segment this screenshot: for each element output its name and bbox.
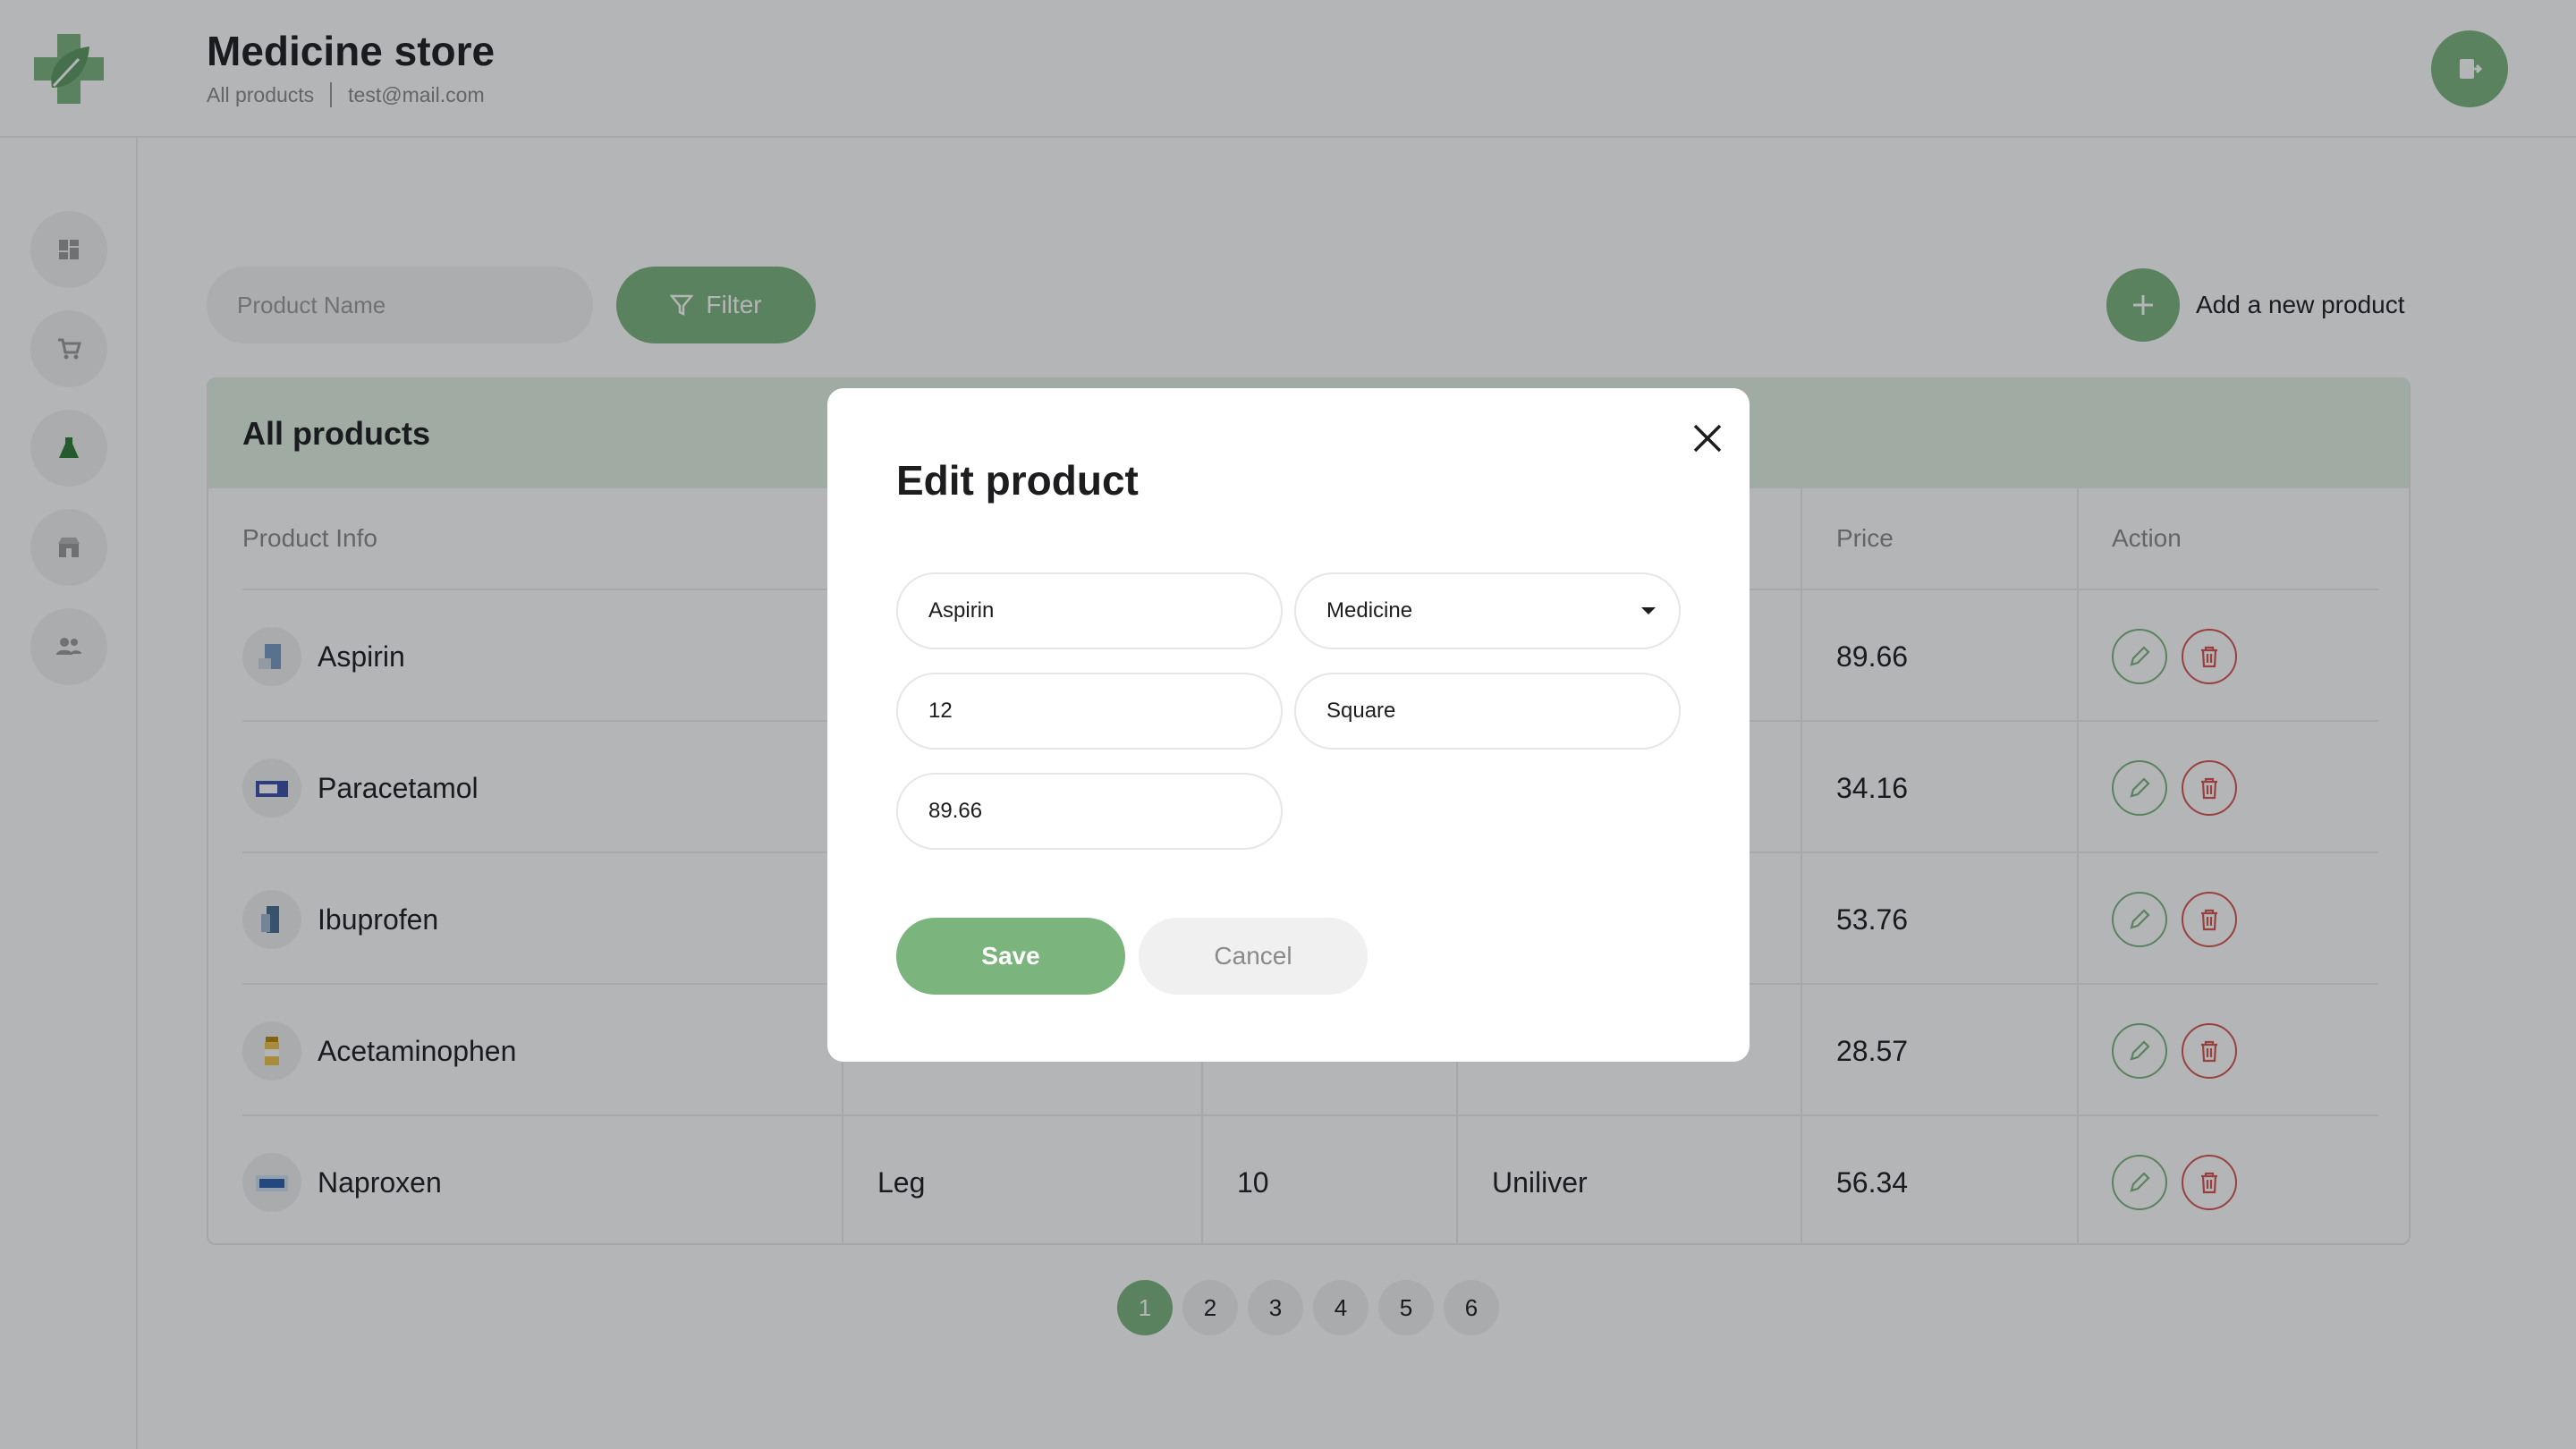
dialog-title: Edit product: [896, 457, 1139, 504]
edit-product-dialog: Edit product Medicine Save Cancel: [827, 388, 1750, 1062]
brand-field[interactable]: [1294, 673, 1681, 750]
price-field[interactable]: [896, 773, 1283, 850]
close-icon: [1693, 424, 1722, 453]
quantity-field[interactable]: [896, 673, 1283, 750]
product-name-field[interactable]: [896, 572, 1283, 649]
chevron-down-icon: [1641, 607, 1656, 614]
save-button[interactable]: Save: [896, 918, 1125, 995]
category-select[interactable]: Medicine: [1294, 572, 1681, 649]
category-selected-value: Medicine: [1326, 598, 1413, 623]
close-button[interactable]: [1684, 415, 1731, 462]
cancel-button[interactable]: Cancel: [1139, 918, 1368, 995]
